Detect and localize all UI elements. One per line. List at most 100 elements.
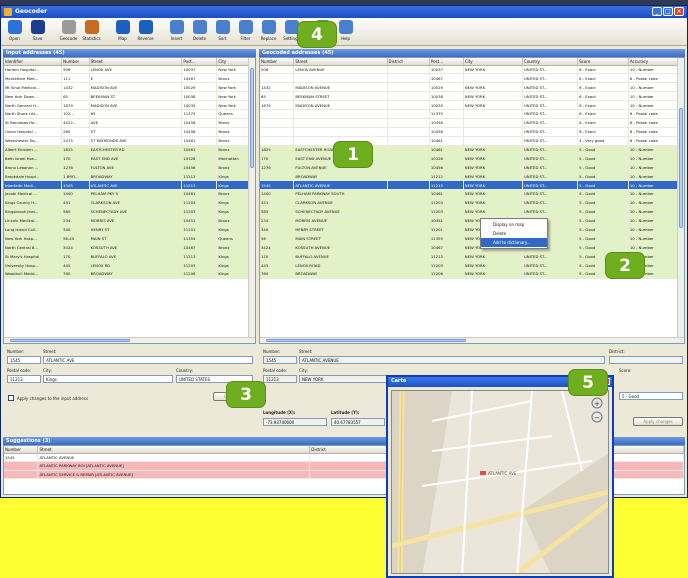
- column-header[interactable]: Street: [89, 58, 183, 66]
- table-row[interactable]: 10467 UNITED ST... 6 - Exact 6 - Postal cod…: [260, 73, 684, 84]
- table-row[interactable]: Westchester Sq... 2475 ST RAYMONDS AVE 1046…: [4, 136, 255, 146]
- table-row[interactable]: 506 LENOX AVENUE 10037 NEW YORK UNITED ST...…: [260, 65, 684, 75]
- table-row[interactable]: 10458 UNITED ST... 6 - Exact 6 - Postal cod…: [260, 118, 684, 128]
- column-header[interactable]: Number: [4, 446, 39, 454]
- table-row[interactable]: North Shore Litt... 102... 65 11375 Queens: [4, 109, 255, 119]
- toolbar-replace-button[interactable]: Replace: [259, 20, 278, 43]
- table-row[interactable]: 1432 MADISON AVENUE 10029 NEW YORK UNITED ST…: [260, 82, 684, 93]
- input-city-field[interactable]: Kings: [43, 375, 173, 383]
- column-header[interactable]: District: [309, 446, 399, 454]
- output-score-select[interactable]: 5 - Good: [619, 392, 683, 400]
- table-row[interactable]: 170 EAST END AVENUE 10128 NEW YORK UNITED ST…: [260, 153, 684, 164]
- output-street-field[interactable]: ATLANTIC AVENUE: [299, 356, 605, 364]
- column-header[interactable]: Street: [37, 446, 311, 454]
- table-row[interactable]: Kingsbrook Jewi... 585 SCHENECTADY AVE 1120…: [4, 207, 255, 217]
- table-row[interactable]: 11375 UNITED ST... 6 - Exact 6 - Postal cod…: [260, 109, 684, 119]
- toolbar-reverse-button[interactable]: Reverse: [136, 20, 155, 43]
- table-row[interactable]: Harlem Hospital... 506 LENOX AVE 10037 New Y…: [4, 65, 255, 75]
- input-addresses-grid[interactable]: Identifier Number Street Post... City Harlem …: [3, 57, 256, 344]
- table-row[interactable]: Kings County H... 451 CLARKSON AVE 11203 Kin…: [4, 198, 255, 208]
- table-row[interactable]: 585 SCHENECTADY AVENUE 11203 NEW YORK UNITED…: [260, 207, 684, 217]
- context-menu-item[interactable]: Display on map: [481, 220, 547, 229]
- context-menu-item[interactable]: Delete: [481, 229, 547, 238]
- column-header[interactable]: Post...: [181, 58, 218, 66]
- toolbar-sort-button[interactable]: Sort: [213, 20, 232, 43]
- table-row[interactable]: Interfaith Medi... 1545 ATLANTIC AVE 11213 K…: [4, 180, 255, 190]
- longitude-field[interactable]: -73.93740600: [263, 418, 327, 426]
- output-hscroll[interactable]: [260, 337, 684, 343]
- input-postal-field[interactable]: 11213: [7, 375, 41, 383]
- geocoded-addresses-grid[interactable]: Number Street District Post... City Country Sc…: [259, 57, 685, 344]
- output-vscroll[interactable]: [677, 58, 684, 343]
- table-row[interactable]: 1879 MADISON AVENUE 10035 NEW YORK UNITED ST…: [260, 100, 684, 110]
- column-header[interactable]: City: [463, 58, 524, 66]
- table-row[interactable]: 56MAIN STREET11355NEW YORKUNITED ST...5 …: [260, 233, 684, 244]
- table-row[interactable]: 1276 FULTON AVENUE 10456 NEW YORK UNITED ST.…: [260, 162, 684, 173]
- input-street-field[interactable]: ATLANTIC AVE: [43, 356, 253, 364]
- table-row[interactable]: Lincoln Medical... 234 MORRIS AVE 10451 Bron…: [4, 216, 255, 226]
- close-button[interactable]: ×: [674, 7, 684, 16]
- column-header[interactable]: Country: [522, 58, 579, 66]
- table-row[interactable]: Albert Einstein ... 1825 EASTCHESTER RD 104…: [4, 145, 255, 155]
- map-canvas[interactable]: ATLANTIC AVE + −: [391, 390, 609, 574]
- table-row[interactable]: 10458 UNITED ST... 6 - Exact 6 - Postal cod…: [260, 127, 684, 137]
- location-marker-icon[interactable]: [480, 471, 486, 475]
- column-header[interactable]: Number: [61, 58, 90, 66]
- toolbar-geocode-button[interactable]: Geocode: [59, 20, 78, 43]
- table-row[interactable]: BROADWAY 11212 NEW YORK UNITED ST... 5 - Goo…: [260, 171, 684, 182]
- column-header[interactable]: District: [387, 58, 430, 66]
- column-header[interactable]: Post...: [429, 58, 464, 66]
- table-row[interactable]: 1400 PELHAM PARKWAY SOUTH 10461 NEW YORK UNI…: [260, 189, 684, 199]
- output-district-field[interactable]: [609, 356, 683, 364]
- column-header[interactable]: Accuracy: [628, 58, 684, 66]
- toolbar-delete-button[interactable]: Delete: [190, 20, 209, 43]
- table-row[interactable]: Bronx Lebanon ... 1276 FULTON AVE 10456 Bron…: [4, 162, 255, 173]
- column-header[interactable]: Score: [577, 58, 629, 66]
- input-vscroll[interactable]: [248, 58, 255, 343]
- toolbar-statistics-button[interactable]: Statistics: [82, 20, 101, 43]
- toolbar-help-button[interactable]: Help: [336, 20, 355, 43]
- table-row[interactable]: Long Island Coll... 340 HENRY ST 11201 Kings: [4, 225, 255, 235]
- table-row[interactable]: New York Hosp... 56-45 MAIN ST 11355 Queens: [4, 233, 255, 244]
- context-menu-item[interactable]: Add to dictionary...: [481, 238, 547, 247]
- column-header[interactable]: Number: [260, 58, 295, 66]
- toolbar-filter-button[interactable]: Filter: [236, 20, 255, 43]
- table-row[interactable]: 451 CLARKSON AVENUE 11203 NEW YORK UNITED ST…: [260, 198, 684, 208]
- input-hscroll[interactable]: [4, 337, 255, 343]
- toolbar-save-button[interactable]: Save: [28, 20, 47, 43]
- table-row[interactable]: Mt Sinai Medical... 1432 MADISON AVE 10029 N…: [4, 82, 255, 93]
- toolbar-open-button[interactable]: Open: [5, 20, 24, 43]
- column-header[interactable]: Identifier: [4, 58, 63, 66]
- table-row[interactable]: 340HENRY STREET11201NEW YORKUNITED ST...…: [260, 225, 684, 235]
- table-row[interactable]: 65 BEEKMAN STREET 10038 NEW YORK UNITED ST..…: [260, 91, 684, 102]
- table-row[interactable]: Beth Israel Hos... 170 EAST END AVE 10128 Ma…: [4, 153, 255, 164]
- toolbar-map-button[interactable]: Map: [113, 20, 132, 43]
- apply-changes-button[interactable]: Apply changes: [633, 417, 683, 426]
- table-row[interactable]: Montefiore Med... 111 E 10467 Bronx: [4, 73, 255, 84]
- table-row[interactable]: 1825 EASTCHESTER ROAD 10461 NEW YORK UNITED …: [260, 145, 684, 155]
- table-row[interactable]: 234MORRIS AVENUE10451NEW YORKUNITED ST..…: [260, 216, 684, 226]
- output-postal-field[interactable]: 11213: [263, 375, 297, 383]
- maximize-button[interactable]: □: [663, 7, 673, 16]
- table-row[interactable]: North Central B... 3424 KOSSUTH AVE 10467 Br…: [4, 242, 255, 253]
- input-number-field[interactable]: 1545: [7, 356, 41, 364]
- apply-input-checkbox[interactable]: [8, 395, 14, 401]
- toolbar-insert-button[interactable]: Insert: [167, 20, 186, 43]
- column-header[interactable]: Street: [293, 58, 388, 66]
- table-row[interactable]: Union Hospital ... 260 ST 10458 Bronx: [4, 127, 255, 137]
- output-city-field[interactable]: NEW YORK: [299, 375, 387, 383]
- table-row[interactable]: New York Down... 65 BEEKMAN ST 10038 New Yor…: [4, 91, 255, 102]
- table-row[interactable]: Brookdale Hospi... 1 BRO... BROADWAY 11212 K…: [4, 171, 255, 182]
- table-row[interactable]: St Barnabas Ho... 4422... AVE 10458 Bronx: [4, 118, 255, 128]
- table-row[interactable]: 1545 ATLANTIC AVENUE 11213 NEW YORK UNITED S…: [260, 180, 684, 190]
- table-row[interactable]: Woodhull Medic... 760 BROADWAY 11206 Kings: [4, 269, 255, 279]
- table-row[interactable]: North General H... 1879 MADISON AVE 10035 Ne…: [4, 100, 255, 110]
- table-row[interactable]: University Hosp... 445 LENOX RD 11203 Kings: [4, 260, 255, 270]
- table-row[interactable]: Jacobi Medical ... 1400 PELHAM PKY S 10461 B…: [4, 189, 255, 199]
- table-row[interactable]: 3424KOSSUTH AVENUE10467NEW YORKUNITED ST…: [260, 242, 684, 253]
- output-number-field[interactable]: 1545: [263, 356, 297, 364]
- table-row[interactable]: 10461 UNITED ST... 4 - Very good 6 - Postal…: [260, 136, 684, 146]
- minimize-button[interactable]: _: [652, 7, 662, 16]
- table-row[interactable]: St Mary's Hospital 170 BUFFALO AVE 11213 Kin…: [4, 251, 255, 262]
- latitude-field[interactable]: 40.67783557: [331, 418, 385, 426]
